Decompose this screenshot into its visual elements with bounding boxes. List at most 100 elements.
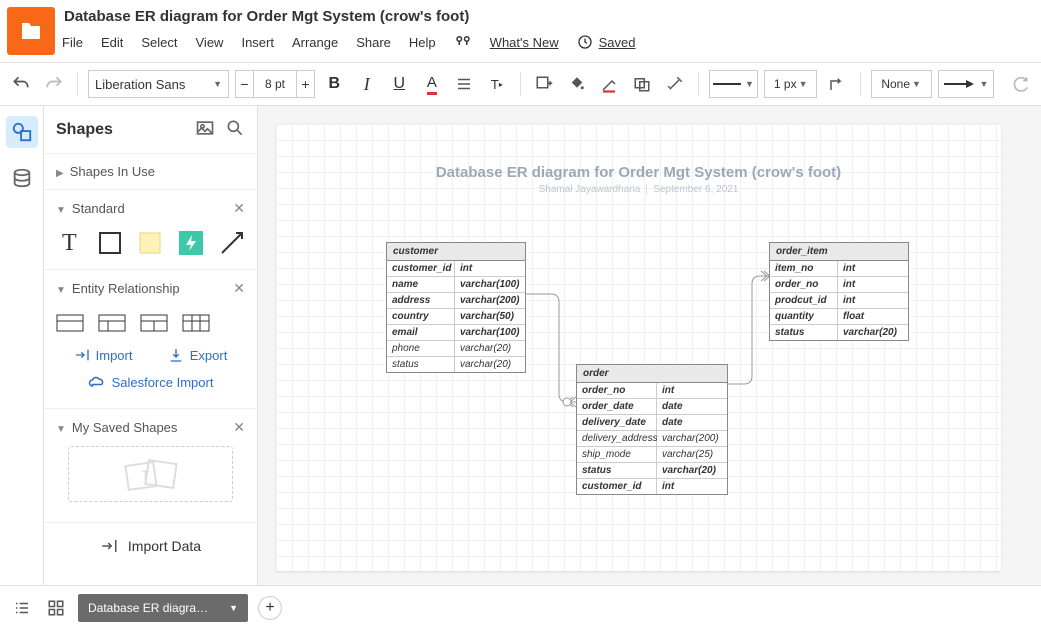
app-header: Database ER diagram for Order Mgt System… bbox=[0, 0, 1041, 62]
entity-field: quantityfloat bbox=[770, 309, 908, 325]
size-minus[interactable]: − bbox=[236, 71, 254, 97]
left-rail bbox=[0, 106, 44, 585]
entity-field: delivery_datedate bbox=[577, 415, 727, 431]
entity-field: order_noint bbox=[577, 383, 727, 399]
underline-button[interactable]: U bbox=[386, 70, 413, 98]
er-toggle[interactable]: ▼Entity Relationship✕ bbox=[56, 280, 245, 297]
import-data-button[interactable]: Import Data bbox=[44, 522, 257, 569]
arrow-end-select[interactable]: ▼ bbox=[938, 70, 995, 98]
app-logo[interactable] bbox=[7, 7, 55, 55]
entity-field: ship_modevarchar(25) bbox=[577, 447, 727, 463]
entity-field: statusvarchar(20) bbox=[770, 325, 908, 340]
diagram-title: Database ER diagram for Order Mgt System… bbox=[276, 164, 1001, 181]
clock-icon bbox=[577, 34, 593, 50]
export-link[interactable]: Export bbox=[168, 347, 228, 363]
menu-arrange[interactable]: Arrange bbox=[292, 35, 338, 50]
magic-button[interactable] bbox=[661, 70, 688, 98]
text-color-button[interactable]: A bbox=[419, 70, 446, 98]
entity-field: customer_idint bbox=[387, 261, 525, 277]
border-color-button[interactable] bbox=[596, 70, 623, 98]
arrow-shape[interactable] bbox=[218, 229, 245, 257]
redo-button[interactable] bbox=[41, 70, 68, 98]
menu-help[interactable]: Help bbox=[409, 35, 436, 50]
menu-whatsnew[interactable]: What's New bbox=[490, 35, 559, 50]
close-icon[interactable]: ✕ bbox=[233, 419, 245, 436]
entity-customer[interactable]: customer customer_idintnamevarchar(100)a… bbox=[386, 242, 526, 373]
fill-button[interactable] bbox=[564, 70, 591, 98]
font-select[interactable]: Liberation Sans▼ bbox=[88, 70, 229, 98]
import-link[interactable]: Import bbox=[74, 347, 133, 363]
line-width-select[interactable]: 1 px▼ bbox=[764, 70, 817, 98]
entity-field: countryvarchar(50) bbox=[387, 309, 525, 325]
doc-title[interactable]: Database ER diagram for Order Mgt System… bbox=[62, 4, 1041, 29]
salesforce-import-link[interactable]: Salesforce Import bbox=[56, 371, 245, 398]
canvas-wrap: Database ER diagram for Order Mgt System… bbox=[258, 106, 1041, 585]
toolbar: Liberation Sans▼ − 8 pt + B I U A T▸ ▼ 1… bbox=[0, 62, 1041, 106]
menubar: File Edit Select View Insert Arrange Sha… bbox=[62, 29, 1041, 51]
entity-field: order_datedate bbox=[577, 399, 727, 415]
rail-data-button[interactable] bbox=[6, 162, 38, 194]
menu-edit[interactable]: Edit bbox=[101, 35, 123, 50]
rect-shape[interactable] bbox=[97, 229, 124, 257]
add-page-button[interactable]: + bbox=[258, 596, 282, 620]
footer: Database ER diagra…▼ + bbox=[0, 585, 1041, 629]
entity-field: statusvarchar(20) bbox=[577, 463, 727, 479]
size-plus[interactable]: + bbox=[296, 71, 314, 97]
saved-status[interactable]: Saved bbox=[577, 34, 636, 50]
bolt-shape[interactable] bbox=[178, 229, 205, 257]
er-shape-4[interactable] bbox=[182, 309, 210, 337]
menu-view[interactable]: View bbox=[196, 35, 224, 50]
grid-view-button[interactable] bbox=[44, 596, 68, 620]
close-icon[interactable]: ✕ bbox=[233, 280, 245, 297]
search-icon[interactable] bbox=[225, 118, 245, 141]
svg-text:T: T bbox=[141, 467, 150, 483]
menu-share[interactable]: Share bbox=[356, 35, 391, 50]
rail-shapes-button[interactable] bbox=[6, 116, 38, 148]
undo-button[interactable] bbox=[8, 70, 35, 98]
image-icon[interactable] bbox=[195, 118, 215, 141]
find-icon[interactable] bbox=[454, 33, 472, 51]
menu-select[interactable]: Select bbox=[141, 35, 177, 50]
italic-button[interactable]: I bbox=[354, 70, 381, 98]
entity-order-item[interactable]: order_item item_nointorder_nointprodcut_… bbox=[769, 242, 909, 341]
shape-style-button[interactable] bbox=[629, 70, 656, 98]
menu-insert[interactable]: Insert bbox=[241, 35, 274, 50]
entity-field: statusvarchar(20) bbox=[387, 357, 525, 372]
shapes-in-use-toggle[interactable]: ▶Shapes In Use bbox=[56, 164, 245, 179]
entity-field: customer_idint bbox=[577, 479, 727, 494]
close-icon[interactable]: ✕ bbox=[233, 200, 245, 217]
saved-shapes-dropzone[interactable]: T bbox=[68, 446, 233, 502]
text-shape[interactable]: T bbox=[56, 229, 83, 257]
list-view-button[interactable] bbox=[10, 596, 34, 620]
shapes-sidebar: Shapes ▶Shapes In Use ▼Standard✕ T ▼Enti… bbox=[44, 106, 258, 585]
entity-field: phonevarchar(20) bbox=[387, 341, 525, 357]
align-button[interactable] bbox=[451, 70, 478, 98]
text-options-button[interactable]: T▸ bbox=[484, 70, 511, 98]
er-shape-2[interactable] bbox=[98, 309, 126, 337]
entity-field: delivery_addressvarchar(200) bbox=[577, 431, 727, 447]
saved-shapes-toggle[interactable]: ▼My Saved Shapes✕ bbox=[56, 419, 245, 436]
sidebar-title: Shapes bbox=[56, 121, 113, 139]
menu-file[interactable]: File bbox=[62, 35, 83, 50]
line-route-button[interactable] bbox=[823, 70, 850, 98]
er-shape-3[interactable] bbox=[140, 309, 168, 337]
entity-order[interactable]: order order_nointorder_datedatedelivery_… bbox=[576, 364, 728, 495]
entity-field: prodcut_idint bbox=[770, 293, 908, 309]
entity-field: emailvarchar(100) bbox=[387, 325, 525, 341]
main-area: Shapes ▶Shapes In Use ▼Standard✕ T ▼Enti… bbox=[0, 106, 1041, 585]
diagram-subtitle: Shamal JayawardhanaSeptember 6, 2021 bbox=[276, 184, 1001, 195]
standard-toggle[interactable]: ▼Standard✕ bbox=[56, 200, 245, 217]
arrow-start-select[interactable]: None▼ bbox=[871, 70, 932, 98]
canvas[interactable]: Database ER diagram for Order Mgt System… bbox=[276, 124, 1001, 571]
entity-field: namevarchar(100) bbox=[387, 277, 525, 293]
entity-field: order_noint bbox=[770, 277, 908, 293]
page-tab[interactable]: Database ER diagra…▼ bbox=[78, 594, 248, 622]
note-shape[interactable] bbox=[137, 229, 164, 257]
er-shape-1[interactable] bbox=[56, 309, 84, 337]
shape-add-button[interactable] bbox=[531, 70, 558, 98]
font-size-stepper[interactable]: − 8 pt + bbox=[235, 70, 315, 98]
revert-button[interactable] bbox=[1006, 70, 1033, 98]
line-style-select[interactable]: ▼ bbox=[709, 70, 758, 98]
entity-field: addressvarchar(200) bbox=[387, 293, 525, 309]
bold-button[interactable]: B bbox=[321, 70, 348, 98]
